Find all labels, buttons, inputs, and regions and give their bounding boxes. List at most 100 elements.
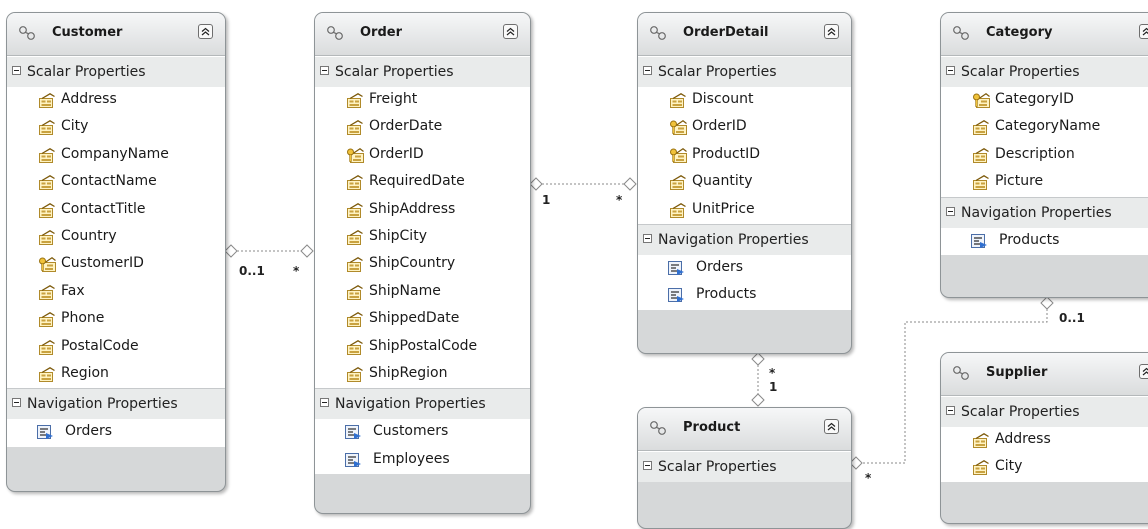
navigation-properties-header[interactable]: Navigation Properties: [941, 196, 1148, 228]
property-contactname[interactable]: ContactName: [7, 169, 225, 196]
property-label: ShipCity: [369, 227, 427, 244]
collapse-icon[interactable]: [1139, 364, 1148, 379]
navigation-property-orders[interactable]: Orders: [638, 255, 851, 282]
collapse-section-icon[interactable]: [643, 461, 652, 470]
entity-header[interactable]: Customer: [7, 13, 225, 56]
navigation-property-products[interactable]: Products: [638, 282, 851, 309]
entity-header[interactable]: OrderDetail: [638, 13, 851, 56]
navigation-properties-header[interactable]: Navigation Properties: [315, 388, 530, 420]
key-property-icon: [973, 93, 990, 108]
property-icon: [39, 175, 56, 191]
navigation-property-orders[interactable]: Orders: [7, 419, 225, 446]
collapse-section-icon[interactable]: [643, 66, 652, 75]
entity-header[interactable]: Category: [941, 13, 1148, 56]
entity-header[interactable]: Order: [315, 13, 530, 56]
property-shippeddate[interactable]: ShippedDate: [315, 306, 530, 333]
scalar-properties-header[interactable]: Scalar Properties: [941, 396, 1148, 427]
property-icon: [39, 202, 56, 218]
property-contacttitle[interactable]: ContactTitle: [7, 197, 225, 224]
property-label: CategoryID: [995, 91, 1074, 107]
multiplicity-product-end: *: [865, 471, 872, 485]
collapse-section-icon[interactable]: [643, 233, 652, 243]
scalar-properties-header[interactable]: Scalar Properties: [638, 451, 851, 482]
scalar-properties-header[interactable]: Scalar Properties: [7, 56, 225, 87]
property-customerid[interactable]: CustomerID: [7, 251, 225, 278]
property-shipcountry[interactable]: ShipCountry: [315, 251, 530, 278]
property-label: ShipCountry: [369, 255, 456, 272]
property-address[interactable]: Address: [7, 87, 225, 114]
property-address[interactable]: Address: [941, 427, 1148, 454]
entity-type-icon: [951, 365, 971, 381]
section-label: Navigation Properties: [27, 396, 178, 413]
property-productid[interactable]: ProductID: [638, 142, 851, 169]
property-fax[interactable]: Fax: [7, 279, 225, 306]
property-phone[interactable]: Phone: [7, 306, 225, 333]
property-country[interactable]: Country: [7, 224, 225, 251]
entity-customer[interactable]: Customer Scalar Properties Address City Comp…: [6, 12, 226, 492]
association-order-orderdetail[interactable]: [529, 177, 637, 191]
scalar-properties-header[interactable]: Scalar Properties: [315, 56, 530, 87]
property-requireddate[interactable]: RequiredDate: [315, 169, 530, 196]
property-region[interactable]: Region: [7, 361, 225, 388]
collapse-section-icon[interactable]: [320, 398, 329, 408]
collapse-section-icon[interactable]: [12, 66, 21, 75]
collapse-section-icon[interactable]: [946, 66, 955, 75]
property-label: Freight: [369, 91, 418, 107]
collapse-section-icon[interactable]: [946, 406, 955, 415]
collapse-icon[interactable]: [198, 24, 213, 39]
scalar-properties-header[interactable]: Scalar Properties: [638, 56, 851, 87]
property-icon: [39, 339, 56, 355]
property-freight[interactable]: Freight: [315, 87, 530, 114]
navigation-property-products[interactable]: Products: [941, 228, 1148, 255]
property-icon: [347, 202, 364, 218]
property-shipaddress[interactable]: ShipAddress: [315, 197, 530, 224]
property-discount[interactable]: Discount: [638, 87, 851, 114]
collapse-section-icon[interactable]: [320, 66, 329, 75]
property-shipname[interactable]: ShipName: [315, 279, 530, 306]
property-categoryid[interactable]: CategoryID: [941, 87, 1148, 114]
collapse-section-icon[interactable]: [946, 206, 955, 216]
property-shipcity[interactable]: ShipCity: [315, 224, 530, 251]
collapse-icon[interactable]: [1139, 24, 1148, 39]
property-shipregion[interactable]: ShipRegion: [315, 361, 530, 388]
navigation-properties-header[interactable]: Navigation Properties: [7, 388, 225, 420]
property-companyname[interactable]: CompanyName: [7, 142, 225, 169]
property-description[interactable]: Description: [941, 142, 1148, 169]
collapse-icon[interactable]: [503, 24, 518, 39]
collapse-icon[interactable]: [824, 24, 839, 39]
property-icon: [39, 312, 56, 328]
collapse-icon[interactable]: [824, 419, 839, 434]
property-city[interactable]: City: [941, 454, 1148, 481]
property-unitprice[interactable]: UnitPrice: [638, 197, 851, 224]
property-orderid[interactable]: OrderID: [315, 142, 530, 169]
property-picture[interactable]: Picture: [941, 169, 1148, 196]
multiplicity-order-end: 1: [542, 193, 551, 207]
property-orderdate[interactable]: OrderDate: [315, 114, 530, 141]
property-label: Region: [61, 364, 109, 381]
entity-category[interactable]: Category Scalar Properties CategoryID Categ…: [940, 12, 1148, 298]
navigation-properties-header[interactable]: Navigation Properties: [638, 223, 851, 255]
entity-name: Supplier: [986, 365, 1048, 380]
entity-supplier[interactable]: Supplier Scalar Properties Address City: [940, 352, 1148, 524]
navigation-property-employees[interactable]: Employees: [315, 447, 530, 474]
collapse-section-icon[interactable]: [12, 398, 21, 408]
navigation-property-icon: [345, 425, 362, 440]
entity-order[interactable]: Order Scalar Properties Freight OrderDate Or…: [314, 12, 531, 514]
navigation-properties-list: Products: [941, 227, 1148, 255]
scalar-properties-header[interactable]: Scalar Properties: [941, 56, 1148, 87]
property-postalcode[interactable]: PostalCode: [7, 334, 225, 361]
entity-header[interactable]: Supplier: [941, 353, 1148, 396]
entity-product[interactable]: Product Scalar Properties: [637, 407, 852, 529]
property-quantity[interactable]: Quantity: [638, 169, 851, 196]
entity-orderdetail[interactable]: OrderDetail Scalar Properties Discount Orde…: [637, 12, 852, 354]
entity-header[interactable]: Product: [638, 408, 851, 451]
navigation-property-icon: [668, 260, 685, 276]
property-shippostalcode[interactable]: ShipPostalCode: [315, 334, 530, 361]
association-orderdetail-product[interactable]: [751, 352, 765, 407]
property-city[interactable]: City: [7, 114, 225, 141]
navigation-property-customers[interactable]: Customers: [315, 419, 530, 446]
association-customer-order[interactable]: [224, 244, 314, 258]
property-label: CustomerID: [61, 255, 144, 272]
property-orderid[interactable]: OrderID: [638, 114, 851, 141]
property-categoryname[interactable]: CategoryName: [941, 114, 1148, 141]
